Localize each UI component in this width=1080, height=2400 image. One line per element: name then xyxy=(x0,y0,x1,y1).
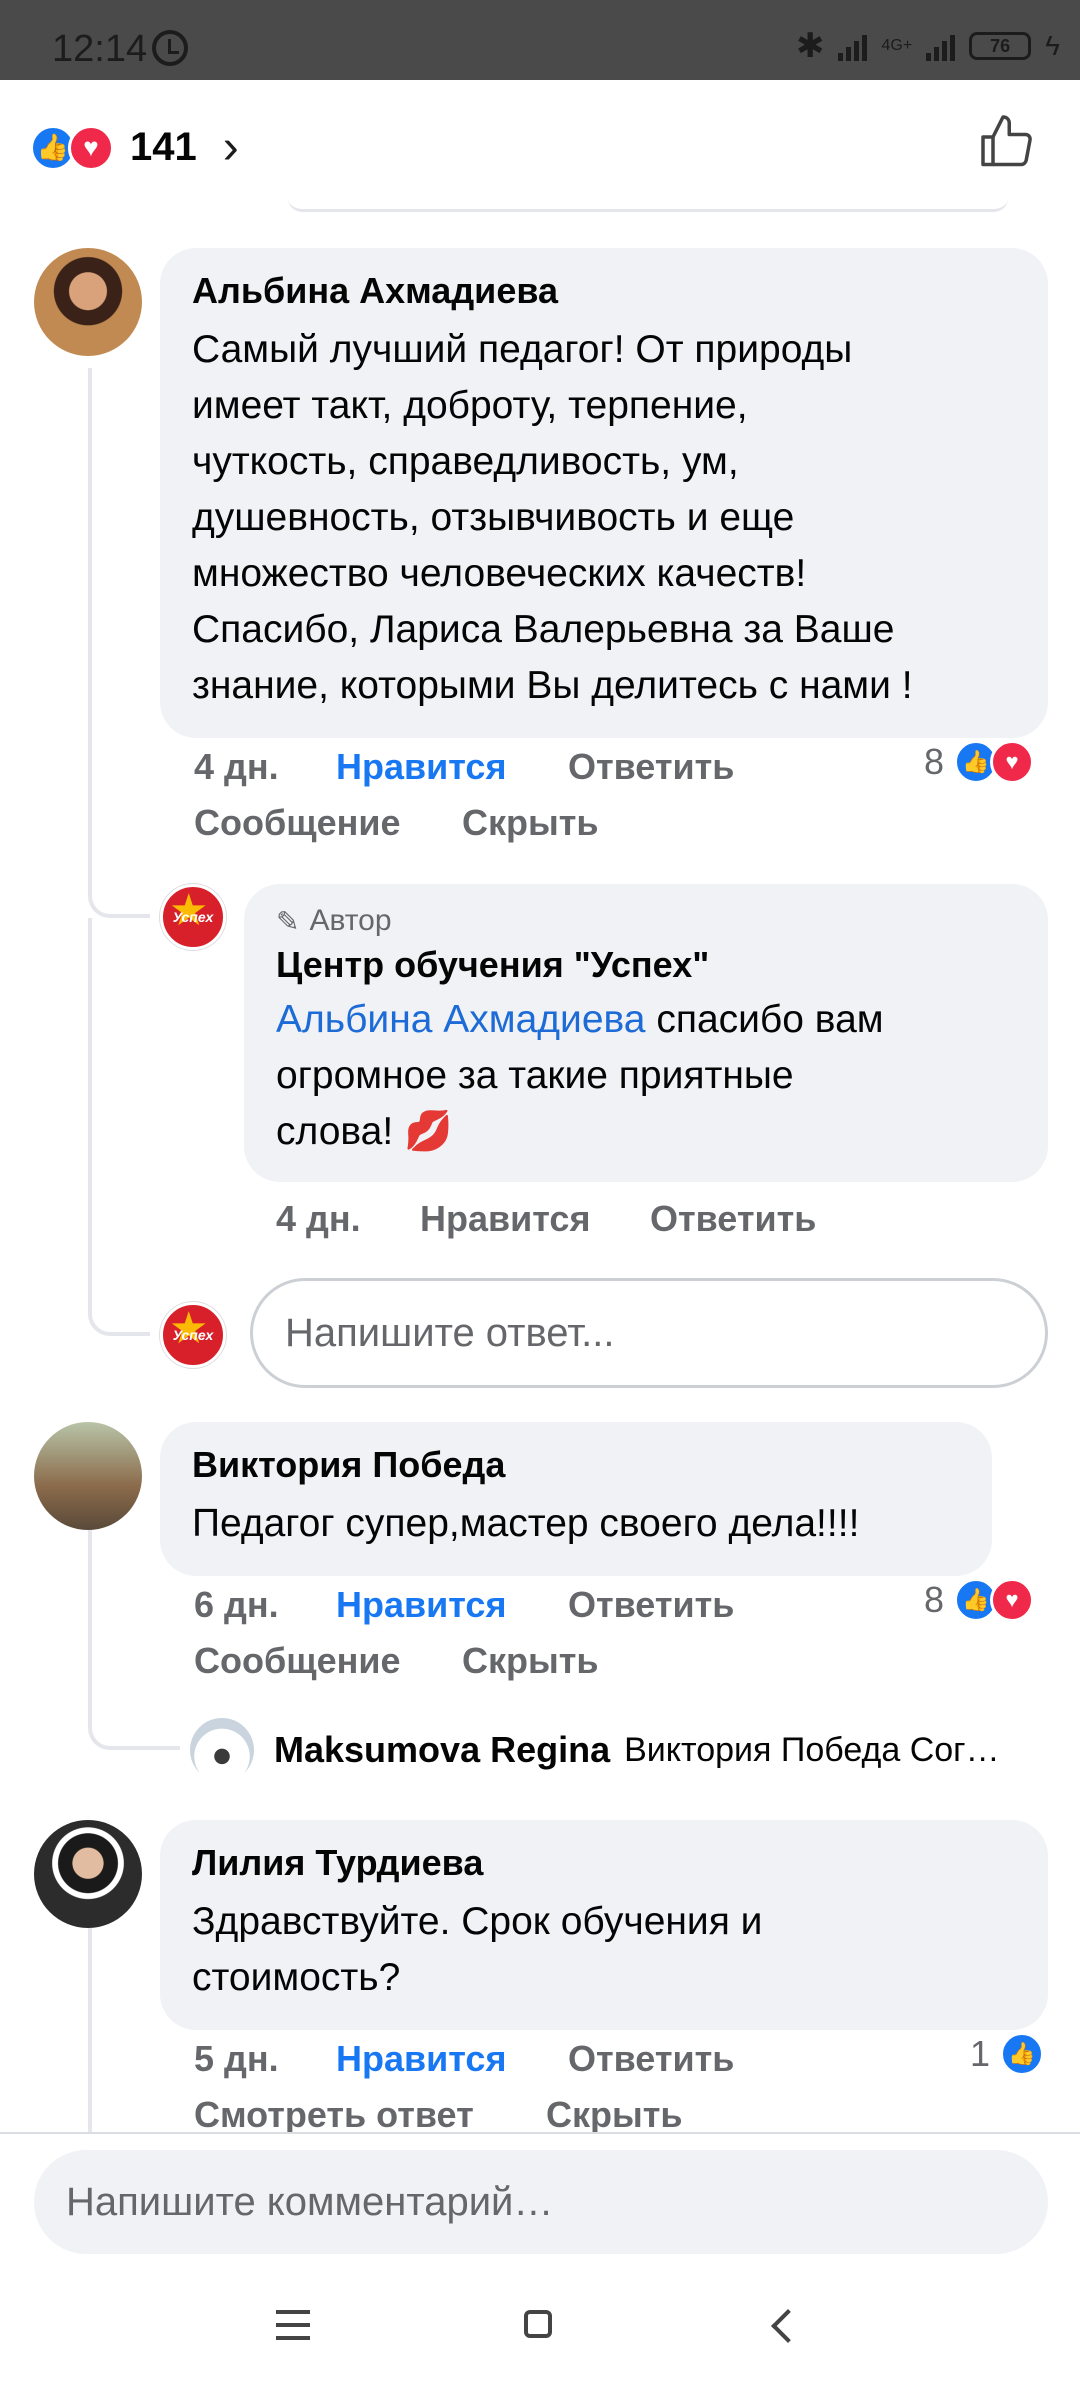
hide-button[interactable]: Скрыть xyxy=(546,2094,683,2136)
previous-comment-edge xyxy=(288,198,1008,212)
hide-button[interactable]: Скрыть xyxy=(462,802,599,844)
reply-preview-text: Виктория Победа Сог… xyxy=(624,1730,1000,1769)
like-reaction-icon: 👍 xyxy=(1000,2032,1045,2076)
commenter-name[interactable]: Лилия Турдиева xyxy=(192,1842,1016,1884)
thread-line xyxy=(88,368,150,918)
hide-button[interactable]: Скрыть xyxy=(462,1640,599,1682)
comment-reactions[interactable]: 8 👍 ♥ xyxy=(924,1578,1035,1622)
comment-input[interactable]: Напишите комментарий… xyxy=(34,2150,1048,2254)
comment-reactions[interactable]: 1 👍 xyxy=(970,2032,1045,2076)
page-name[interactable]: Центр обучения "Успех" xyxy=(276,944,1016,986)
reply-button[interactable]: Ответить xyxy=(650,1198,816,1240)
reply-button[interactable]: Ответить xyxy=(568,746,734,788)
system-nav-bar xyxy=(0,2290,1080,2380)
menu-icon[interactable] xyxy=(276,2310,310,2340)
avatar xyxy=(190,1718,254,1782)
pencil-icon: ✎ xyxy=(276,905,300,937)
like-button[interactable]: Нравится xyxy=(336,1584,506,1626)
message-button[interactable]: Сообщение xyxy=(194,1640,401,1682)
alarm-icon xyxy=(152,30,188,66)
reply-input[interactable]: Напишите ответ... xyxy=(250,1278,1048,1388)
comment-text: Самый лучший педагог! От природы имеет т… xyxy=(192,328,913,707)
comment-bubble: Виктория Победа Педагог супер,мастер сво… xyxy=(160,1422,992,1576)
love-reaction-icon: ♥ xyxy=(990,1578,1035,1622)
like-button[interactable]: Нравится xyxy=(336,746,506,788)
chevron-right-icon: › xyxy=(222,121,239,174)
comment-time: 6 дн. xyxy=(194,1584,279,1625)
love-reaction-icon: ♥ xyxy=(990,740,1035,784)
commenter-name[interactable]: Виктория Победа xyxy=(192,1444,960,1486)
signal-icon xyxy=(838,31,868,61)
avatar[interactable] xyxy=(34,248,142,356)
reactions-summary[interactable]: 👍 ♥ 141 › xyxy=(30,120,239,175)
battery-icon: 76 xyxy=(969,32,1032,60)
mention-link[interactable]: Альбина Ахмадиева xyxy=(276,998,646,1041)
author-badge: ✎ Автор xyxy=(276,904,392,937)
reply-time: 4 дн. xyxy=(276,1198,361,1239)
comment-bubble: Альбина Ахмадиева Самый лучший педагог! … xyxy=(160,248,1048,738)
comment-reactions[interactable]: 8 👍 ♥ xyxy=(924,740,1035,784)
avatar[interactable] xyxy=(34,1422,142,1530)
status-bar: 12:14 ✱ 4G+ 76 ϟ xyxy=(0,0,1080,80)
status-time: 12:14 xyxy=(52,28,148,70)
comment-time: 5 дн. xyxy=(194,2038,279,2079)
commenter-name[interactable]: Альбина Ахмадиева xyxy=(192,270,1016,312)
reply-preview[interactable]: Maksumova Regina Виктория Победа Сог… xyxy=(190,1718,1000,1782)
like-button[interactable]: Нравится xyxy=(336,2038,506,2080)
comment-text: Педагог супер,мастер своего дела!!!! xyxy=(192,1502,860,1545)
reactions-header: 👍 ♥ 141 › xyxy=(0,80,1080,210)
love-reaction-icon: ♥ xyxy=(68,124,114,171)
thread-line xyxy=(88,918,150,1336)
message-button[interactable]: Сообщение xyxy=(194,802,401,844)
like-button[interactable]: Нравится xyxy=(420,1198,590,1240)
bluetooth-icon: ✱ xyxy=(795,27,825,65)
see-reply-button[interactable]: Смотреть ответ xyxy=(194,2094,474,2136)
page-avatar[interactable]: ★ Успех xyxy=(160,884,226,950)
thread-line xyxy=(88,1928,92,2132)
charging-icon: ϟ xyxy=(1045,30,1060,61)
reply-bubble: ✎ Автор Центр обучения "Успех" Альбина Ах… xyxy=(244,884,1048,1182)
reply-button[interactable]: Ответить xyxy=(568,1584,734,1626)
reaction-count: 141 xyxy=(130,125,197,169)
reply-text: Альбина Ахмадиева спасибо вам огромное з… xyxy=(276,998,884,1153)
reply-button[interactable]: Ответить xyxy=(568,2038,734,2080)
signal-icon-2 xyxy=(926,31,956,61)
reply-author-name: Maksumova Regina xyxy=(274,1729,611,1770)
page-avatar: ★ Успех xyxy=(160,1302,226,1368)
network-type: 4G+ xyxy=(881,37,913,54)
like-icon[interactable] xyxy=(978,112,1038,172)
comment-text: Здравствуйте. Срок обучения и стоимость? xyxy=(192,1900,763,1999)
comment-bubble: Лилия Турдиева Здравствуйте. Срок обучен… xyxy=(160,1820,1048,2030)
comment-time: 4 дн. xyxy=(194,746,279,787)
home-icon[interactable] xyxy=(524,2310,552,2338)
back-icon[interactable] xyxy=(771,2309,805,2343)
avatar[interactable] xyxy=(34,1820,142,1928)
